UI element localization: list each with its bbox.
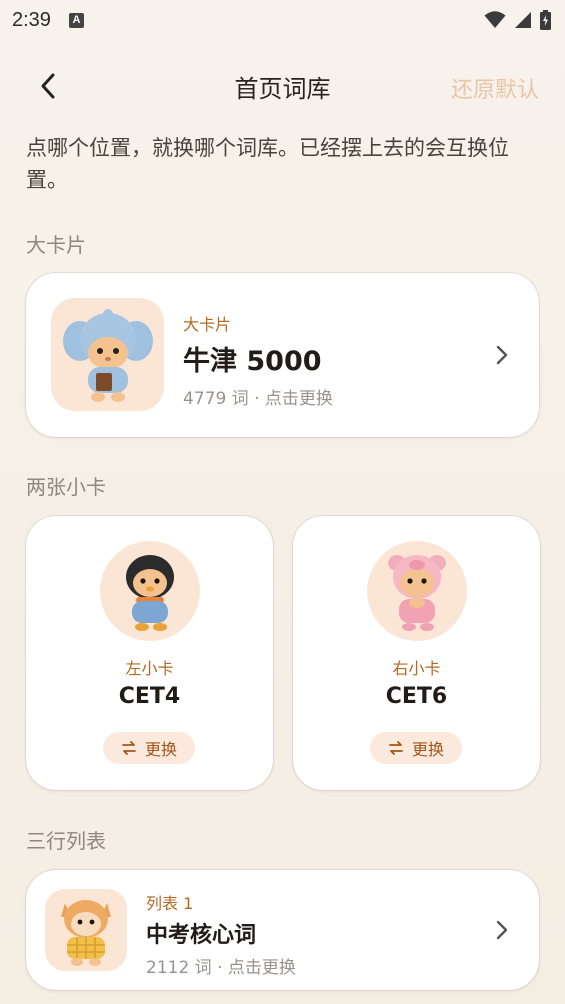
left-card-kicker: 左小卡 [125,659,174,678]
description-text: 点哪个位置，就换哪个词库。已经摆上去的会互换位置。 [26,136,509,192]
section-label-list: 三行列表 [26,829,106,853]
big-card-slot[interactable]: 大卡片 牛津 5000 4779 词 · 点击更换 [26,273,539,437]
pig-hamster-mascot-icon [388,555,446,631]
penguin-hamster-mascot-icon [126,555,174,631]
shiba-hamster-mascot-icon [61,900,111,966]
notification-icon: A [68,12,84,28]
list-item-title: 中考核心词 [146,923,257,948]
chevron-left-icon [41,73,55,99]
big-card-kicker: 大卡片 [183,315,232,334]
right-card-swap-button[interactable]: 更换 [370,732,462,764]
left-card-title: CET4 [118,684,181,709]
swap-arrows-icon [122,741,136,755]
battery-icon [540,10,551,30]
status-bar: 2:39 A [0,0,565,40]
reset-default-button[interactable]: 还原默认 [451,72,539,104]
big-card-meta: 4779 词 · 点击更换 [183,389,333,409]
right-card-mascot-image [367,541,467,641]
right-small-card[interactable]: 右小卡 CET6 更换 [293,516,540,790]
section-label-big-card: 大卡片 [26,233,86,257]
elephant-hamster-mascot-icon [62,308,153,402]
header: 首页词库 还原默认 [0,60,565,112]
chevron-right-icon [496,345,508,365]
list-item-mascot-image [45,889,127,971]
section-label-small-cards: 两张小卡 [26,475,106,499]
swap-arrows-icon [389,741,403,755]
right-card-kicker: 右小卡 [392,659,441,678]
page-title: 首页词库 [234,74,331,103]
left-small-card[interactable]: 左小卡 CET4 更换 [26,516,273,790]
right-card-title: CET6 [385,684,448,709]
status-time: 2:39 [12,8,51,31]
left-card-swap-button[interactable]: 更换 [103,732,195,764]
list-item-kicker: 列表 1 [146,894,194,913]
list-item-meta: 2112 词 · 点击更换 [146,958,296,978]
right-card-swap-label: 更换 [411,740,444,759]
big-card-title: 牛津 5000 [183,346,322,377]
left-card-mascot-image [100,541,200,641]
chevron-right-icon [496,920,508,940]
wifi-icon [484,11,506,28]
back-button[interactable] [30,68,66,104]
left-card-swap-label: 更换 [144,740,177,759]
big-card-mascot-image [51,298,164,411]
signal-icon [515,12,531,28]
list-item[interactable]: 列表 1 中考核心词 2112 词 · 点击更换 [26,870,539,990]
